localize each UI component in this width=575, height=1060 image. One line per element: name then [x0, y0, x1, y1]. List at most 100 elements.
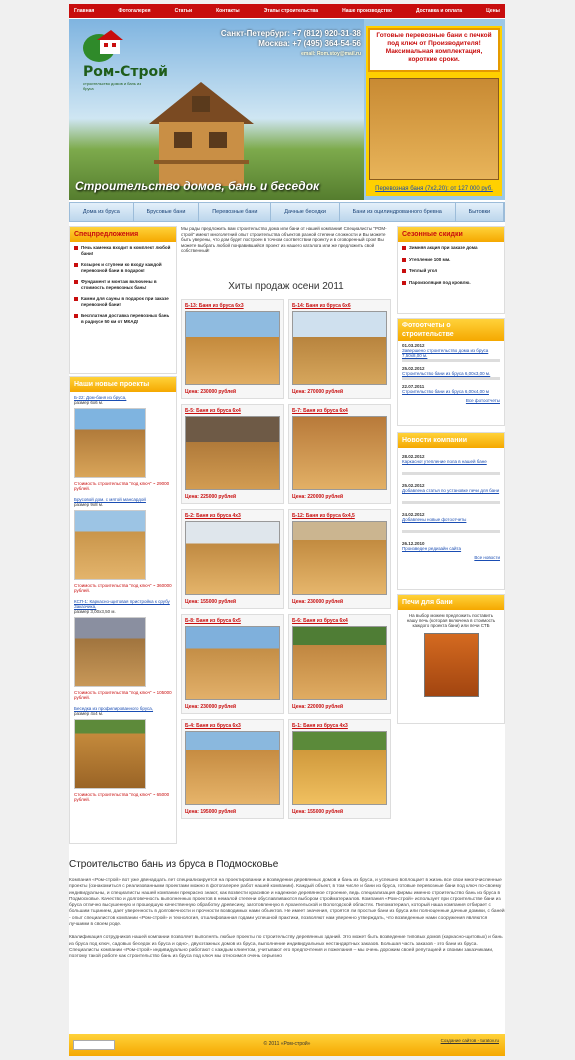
product-price: Цена: 225000 рублей	[185, 494, 237, 500]
product-image[interactable]	[185, 416, 280, 490]
project-cost: Стоимость строительства "под ключ" ~ 105…	[74, 690, 172, 700]
bullet-icon	[402, 269, 406, 273]
bullet-icon	[402, 246, 406, 250]
nav-articles[interactable]: Статьи	[175, 8, 192, 14]
promo-caption-link[interactable]: Перевозная баня (7x2,20): от 127 000 руб…	[368, 186, 500, 192]
stove-image[interactable]	[423, 633, 479, 697]
product-image[interactable]	[292, 311, 387, 385]
seasonal-discounts: Сезонные скидки Зимняя акция при заказе …	[397, 226, 505, 314]
cat-timber-baths[interactable]: Брусовые бани	[134, 203, 200, 221]
project-link[interactable]: КСП-1: Каркасно-щитовая пристройка к сру…	[74, 599, 172, 609]
all-reports-link[interactable]: Все фотоотчеты	[398, 396, 504, 405]
article-paragraph: Компания «Ром-строй» вот уже двенадцать …	[69, 878, 505, 928]
bullet-icon	[74, 314, 78, 318]
discount-item: Пароизоляция под кровлю.	[398, 277, 504, 289]
product-title[interactable]: Б-12: Баня из бруса 6х4,5	[292, 513, 355, 519]
project-image[interactable]	[74, 719, 146, 789]
product-title[interactable]: Б-5: Баня из бруса 6х4	[185, 408, 241, 414]
product-title[interactable]: Б-7: Баня из бруса 6х4	[292, 408, 348, 414]
project-image[interactable]	[74, 408, 146, 478]
bullet-icon	[74, 280, 78, 284]
product-image[interactable]	[292, 626, 387, 700]
product-card[interactable]: Б-2: Баня из бруса 4х3 Цена: 155000 рубл…	[181, 509, 284, 609]
product-title[interactable]: Б-8: Баня из бруса 6х5	[185, 618, 241, 624]
product-card[interactable]: Б-7: Баня из бруса 6х4 Цена: 220000 рубл…	[288, 404, 391, 504]
product-image[interactable]	[185, 626, 280, 700]
product-card[interactable]: Б-13: Баня из бруса 6х3 Цена: 230000 руб…	[181, 299, 284, 399]
email-link[interactable]: email: Rom.stoy@mail.ru	[199, 49, 361, 59]
nav-stages[interactable]: Этапы строительства	[264, 8, 318, 14]
product-image[interactable]	[185, 521, 280, 595]
product-price: Цена: 270000 рублей	[292, 389, 344, 395]
news-link[interactable]: Каркасно! утепление пола в нашей бане	[402, 459, 500, 464]
nav-delivery[interactable]: Доставка и оплата	[416, 8, 462, 14]
bullet-icon	[402, 257, 406, 262]
nav-production[interactable]: Наше производство	[342, 8, 392, 14]
discounts-title: Сезонные скидки	[398, 227, 504, 242]
report-link[interactable]: Строительство бани из бруса 6,00х3,00 м.	[402, 371, 500, 376]
cat-houses[interactable]: Дома из бруса	[70, 203, 134, 221]
sale-title: Хиты продаж осени 2011	[228, 281, 344, 292]
news-item: 24.02.2012 Добавлены новые фотоотчеты	[398, 506, 504, 535]
nav-prices[interactable]: Цены	[486, 8, 500, 14]
product-title[interactable]: Б-6: Баня из бруса 6х4	[292, 618, 348, 624]
project-image[interactable]	[74, 617, 146, 687]
product-card[interactable]: Б-12: Баня из бруса 6х4,5 Цена: 230000 р…	[288, 509, 391, 609]
nav-gallery[interactable]: Фотогалерея	[118, 8, 150, 14]
news-link[interactable]: Произведен редизайн сайта	[402, 546, 500, 551]
logo-house-icon	[83, 30, 123, 62]
credit-link[interactable]: Создание сайтов - turatov.ru	[441, 1038, 499, 1043]
all-news-link[interactable]: Все новости	[398, 553, 504, 562]
product-image[interactable]	[185, 731, 280, 805]
product-image[interactable]	[185, 311, 280, 385]
product-card[interactable]: Б-8: Баня из бруса 6х5 Цена: 230000 рубл…	[181, 614, 284, 714]
cat-log-baths[interactable]: Бани из оцилиндрованного бревна	[340, 203, 456, 221]
page: Главная Фотогалерея Статьи Контакты Этап…	[69, 4, 505, 1056]
product-image[interactable]	[292, 416, 387, 490]
new-projects: Наши новые проекты Б-22: Дом-баня из бру…	[69, 376, 177, 844]
report-link[interactable]: Завершено строительство дома из бруса 7,…	[402, 348, 500, 358]
product-title[interactable]: Б-13: Баня из бруса 6х3	[185, 303, 244, 309]
news-title: Новости компании	[398, 433, 504, 448]
product-image[interactable]	[292, 521, 387, 595]
nav-home[interactable]: Главная	[74, 8, 94, 14]
promo-block: Готовые перевозные бани с печкой под клю…	[366, 26, 502, 196]
promo-bath-image[interactable]	[369, 78, 499, 180]
cat-mobile-baths[interactable]: Перевозные бани	[199, 203, 272, 221]
bullet-icon	[74, 246, 78, 250]
product-price: Цена: 155000 рублей	[185, 599, 237, 605]
news-link[interactable]: Добавлена статья по установке печи для б…	[402, 488, 500, 493]
product-price: Цена: 230000 рублей	[292, 599, 344, 605]
footer: © 2011 «Ром-строй» Создание сайтов - tur…	[69, 1034, 505, 1056]
copyright: © 2011 «Ром-строй»	[263, 1041, 311, 1047]
product-card[interactable]: Б-14: Баня из бруса 6х6 Цена: 270000 руб…	[288, 299, 391, 399]
cat-gazebos[interactable]: Дачные беседки	[271, 203, 340, 221]
offer-item: Бесплатная доставка перевозных бань в ра…	[70, 310, 176, 327]
product-title[interactable]: Б-1: Баня из бруса 4х3	[292, 723, 348, 729]
product-price: Цена: 220000 рублей	[292, 494, 344, 500]
product-price: Цена: 195000 рублей	[185, 809, 237, 815]
report-link[interactable]: Строительство бани из бруса 6,00х4,00 м	[402, 389, 500, 394]
offer-item: Козырек и ступени ко входу каждой перево…	[70, 259, 176, 276]
report-item: 25.02.2012 Строительство бани из бруса 6…	[398, 364, 504, 382]
promo-text: Готовые перевозные бани с печкой под клю…	[368, 28, 500, 72]
product-card[interactable]: Б-6: Баня из бруса 6х4 Цена: 220000 рубл…	[288, 614, 391, 714]
product-title[interactable]: Б-4: Баня из бруса 6х3	[185, 723, 241, 729]
logo[interactable]: Ром-Строй строительство домов и бань из …	[83, 26, 173, 96]
product-card[interactable]: Б-1: Баня из бруса 4х3 Цена: 155000 рубл…	[288, 719, 391, 819]
product-card[interactable]: Б-4: Баня из бруса 6х3 Цена: 195000 рубл…	[181, 719, 284, 819]
product-title[interactable]: Б-2: Баня из бруса 4х3	[185, 513, 241, 519]
bullet-icon	[74, 297, 78, 301]
offer-text: Печь каменка входит в комплект любой бан…	[81, 245, 171, 256]
cat-cabins[interactable]: Бытовки	[456, 203, 504, 221]
product-title[interactable]: Б-14: Баня из бруса 6х6	[292, 303, 351, 309]
product-card[interactable]: Б-5: Баня из бруса 6х4 Цена: 225000 рубл…	[181, 404, 284, 504]
project-image[interactable]	[74, 510, 146, 580]
news-link[interactable]: Добавлены новые фотоотчеты	[402, 517, 500, 522]
product-image[interactable]	[292, 731, 387, 805]
project-cost: Стоимость строительства "под ключ" ~ 290…	[74, 481, 170, 491]
project-cost: Стоимость строительства "под ключ" ~ 650…	[74, 792, 170, 802]
project-size: размер 6х6 м.	[74, 400, 104, 405]
nav-contacts[interactable]: Контакты	[216, 8, 240, 14]
bath-stoves: Печи для бани На выбор можем предложить …	[397, 594, 505, 724]
